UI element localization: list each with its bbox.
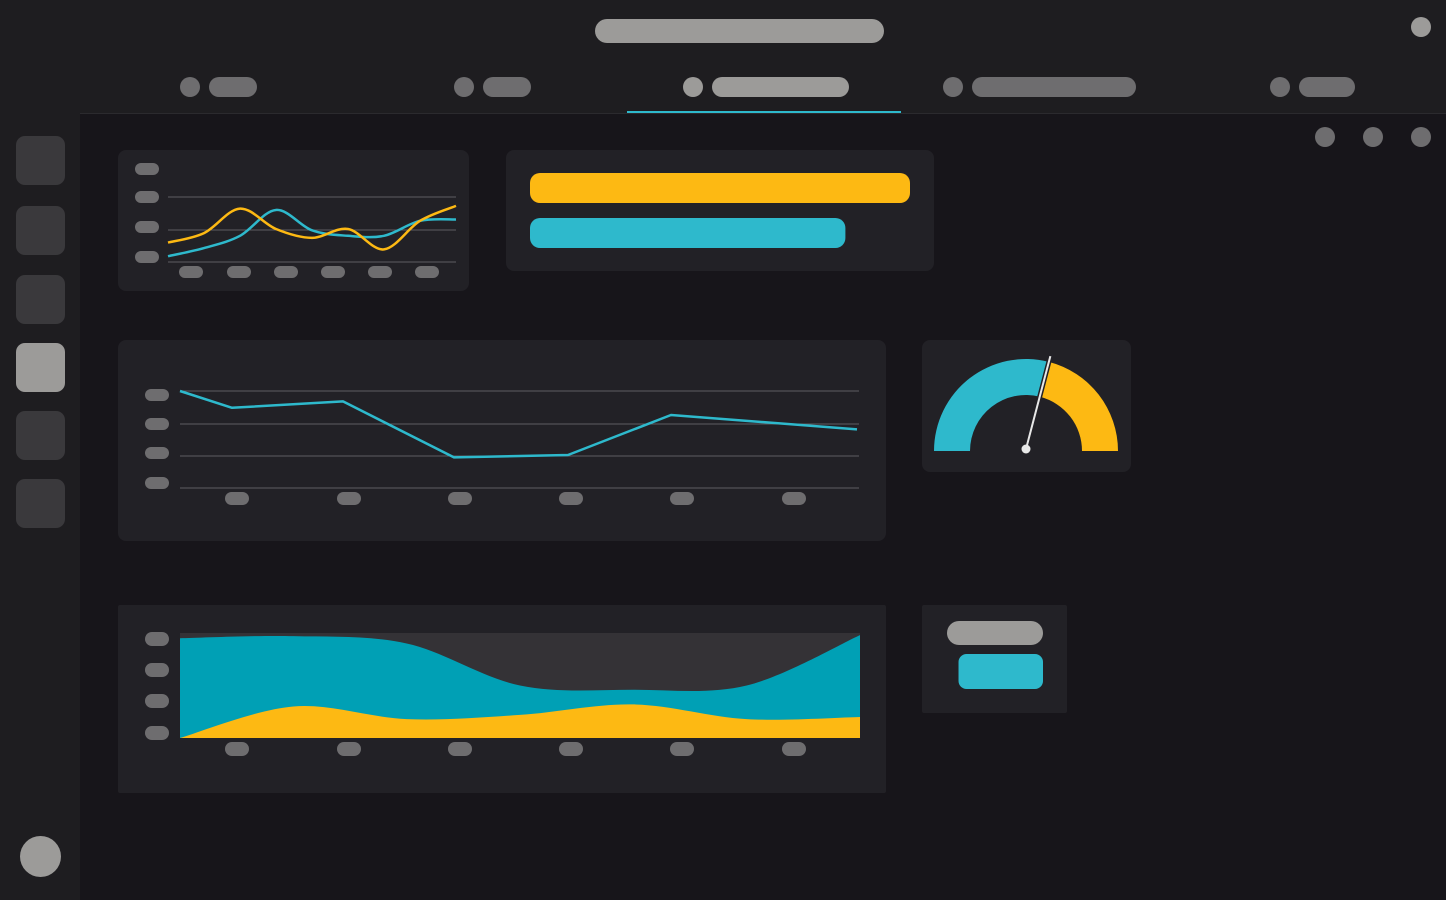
gauge-chart <box>934 355 1118 454</box>
gauge-segment-2 <box>1039 361 1118 451</box>
page-title-placeholder <box>595 19 884 43</box>
bar-1 <box>530 173 910 203</box>
y-tick-label-4 <box>135 251 159 263</box>
sidebar-item-2[interactable] <box>16 206 65 255</box>
tab-4[interactable] <box>920 72 1160 114</box>
y-tick-label-1 <box>145 632 169 646</box>
panel-action-2-icon[interactable] <box>1363 127 1383 147</box>
x-tick-label-3 <box>448 492 472 505</box>
tab-1[interactable] <box>150 72 310 114</box>
x-tick-label-2 <box>337 492 361 505</box>
user-menu-icon[interactable] <box>1411 17 1431 37</box>
x-tick-label-2 <box>337 742 361 756</box>
summary-card <box>922 605 1067 713</box>
panel-action-3-icon[interactable] <box>1411 127 1431 147</box>
summary-bars <box>947 621 1043 689</box>
area-chart <box>145 632 860 756</box>
series-line-2 <box>167 204 457 251</box>
sidebar-item-6[interactable] <box>16 479 65 528</box>
line-chart-card-large <box>118 340 886 541</box>
bar-2 <box>530 218 846 248</box>
tab-3-label <box>712 77 849 97</box>
x-tick-label-5 <box>368 266 392 278</box>
y-tick-label-2 <box>145 663 169 677</box>
y-tick-label-2 <box>145 418 169 430</box>
x-tick-label-6 <box>415 266 439 278</box>
tab-3-icon <box>683 77 703 97</box>
x-tick-label-4 <box>559 492 583 505</box>
tab-4-label <box>972 77 1136 97</box>
y-tick-label-4 <box>145 477 169 489</box>
x-tick-label-5 <box>670 742 694 756</box>
y-tick-label-3 <box>145 447 169 459</box>
line-chart-card-small <box>118 150 469 291</box>
sidebar-item-4[interactable] <box>16 343 65 392</box>
y-tick-label-4 <box>145 726 169 740</box>
gauge-card <box>922 340 1131 472</box>
tab-2-icon <box>454 77 474 97</box>
panel-action-1-icon[interactable] <box>1315 127 1335 147</box>
x-tick-label-4 <box>321 266 345 278</box>
bar-chart-card <box>506 150 934 271</box>
gauge-needle-pivot <box>1021 444 1031 454</box>
sidebar-item-5[interactable] <box>16 411 65 460</box>
x-tick-label-1 <box>225 742 249 756</box>
x-tick-label-6 <box>782 742 806 756</box>
tab-1-label <box>209 77 257 97</box>
tab-1-icon <box>180 77 200 97</box>
summary-bar-2 <box>958 654 1043 689</box>
line-chart-small <box>135 163 457 278</box>
line-chart-large <box>145 389 859 505</box>
x-tick-label-3 <box>274 266 298 278</box>
summary-bar-1 <box>947 621 1043 645</box>
y-tick-label-1 <box>145 389 169 401</box>
x-tick-label-1 <box>225 492 249 505</box>
tab-4-icon <box>943 77 963 97</box>
sidebar-item-1[interactable] <box>16 136 65 185</box>
horizontal-bar-chart <box>530 173 910 248</box>
x-tick-label-6 <box>782 492 806 505</box>
y-tick-label-2 <box>135 191 159 203</box>
tab-5-icon <box>1270 77 1290 97</box>
tab-3[interactable] <box>627 72 901 114</box>
user-avatar-icon[interactable] <box>20 836 61 877</box>
tab-2-label <box>483 77 531 97</box>
tab-2[interactable] <box>420 72 580 114</box>
x-tick-label-2 <box>227 266 251 278</box>
area-chart-card <box>118 605 886 793</box>
series-line-1 <box>167 208 457 258</box>
tab-5[interactable] <box>1240 72 1390 114</box>
y-tick-label-3 <box>135 221 159 233</box>
sidebar-item-3[interactable] <box>16 275 65 324</box>
y-tick-label-1 <box>135 163 159 175</box>
x-tick-label-5 <box>670 492 694 505</box>
tab-5-label <box>1299 77 1355 97</box>
x-tick-label-4 <box>559 742 583 756</box>
active-tab-indicator <box>627 111 901 113</box>
x-tick-label-3 <box>448 742 472 756</box>
x-tick-label-1 <box>179 266 203 278</box>
y-tick-label-3 <box>145 694 169 708</box>
